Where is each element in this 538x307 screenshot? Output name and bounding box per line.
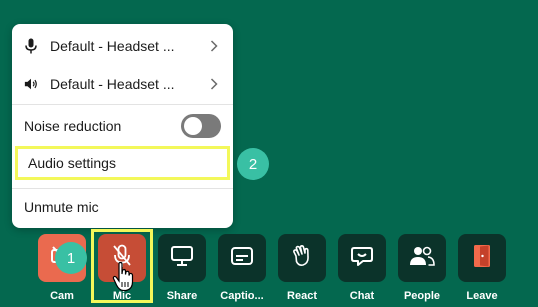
leave-button[interactable] [458,234,506,282]
unmute-mic-item[interactable]: Unmute mic [12,193,233,221]
speaker-device-label: Default - Headset ... [50,76,175,92]
audio-settings-item[interactable]: Audio settings [15,146,230,180]
react-label: React [287,290,317,302]
exit-door-icon [471,243,493,274]
leave-label: Leave [466,290,498,302]
chat-bubble-icon [350,244,374,273]
share-button[interactable] [158,234,206,282]
step-badge-2: 2 [237,148,269,180]
captions-button[interactable] [218,234,266,282]
people-icon [409,245,435,272]
waving-hand-icon [290,244,314,273]
noise-reduction-label: Noise reduction [24,118,122,134]
unmute-mic-label: Unmute mic [24,199,99,215]
noise-reduction-item: Noise reduction [12,112,233,140]
chat-button[interactable] [338,234,386,282]
chat-label: Chat [349,290,375,302]
hand-cursor-icon [112,261,136,297]
share-label: Share [166,290,198,302]
chevron-right-icon [207,78,221,90]
audio-settings-label: Audio settings [28,155,116,171]
toggle-knob [184,117,202,135]
people-label: People [403,290,441,302]
captions-icon [230,246,254,271]
menu-divider [12,104,233,105]
people-button[interactable] [398,234,446,282]
chevron-right-icon [207,40,221,52]
captions-label: Captio... [220,290,264,302]
monitor-icon [170,245,194,272]
microphone-device-item[interactable]: Default - Headset ... [12,32,233,60]
noise-reduction-toggle[interactable] [181,114,221,138]
step-badge-1: 1 [55,242,87,274]
speaker-icon [24,77,38,91]
audio-menu: Default - Headset ... Default - Headset … [12,24,233,228]
cam-label: Cam [50,290,74,302]
microphone-device-label: Default - Headset ... [50,38,175,54]
react-button[interactable] [278,234,326,282]
speaker-device-item[interactable]: Default - Headset ... [12,70,233,98]
microphone-icon [24,38,38,54]
menu-divider [12,188,233,189]
